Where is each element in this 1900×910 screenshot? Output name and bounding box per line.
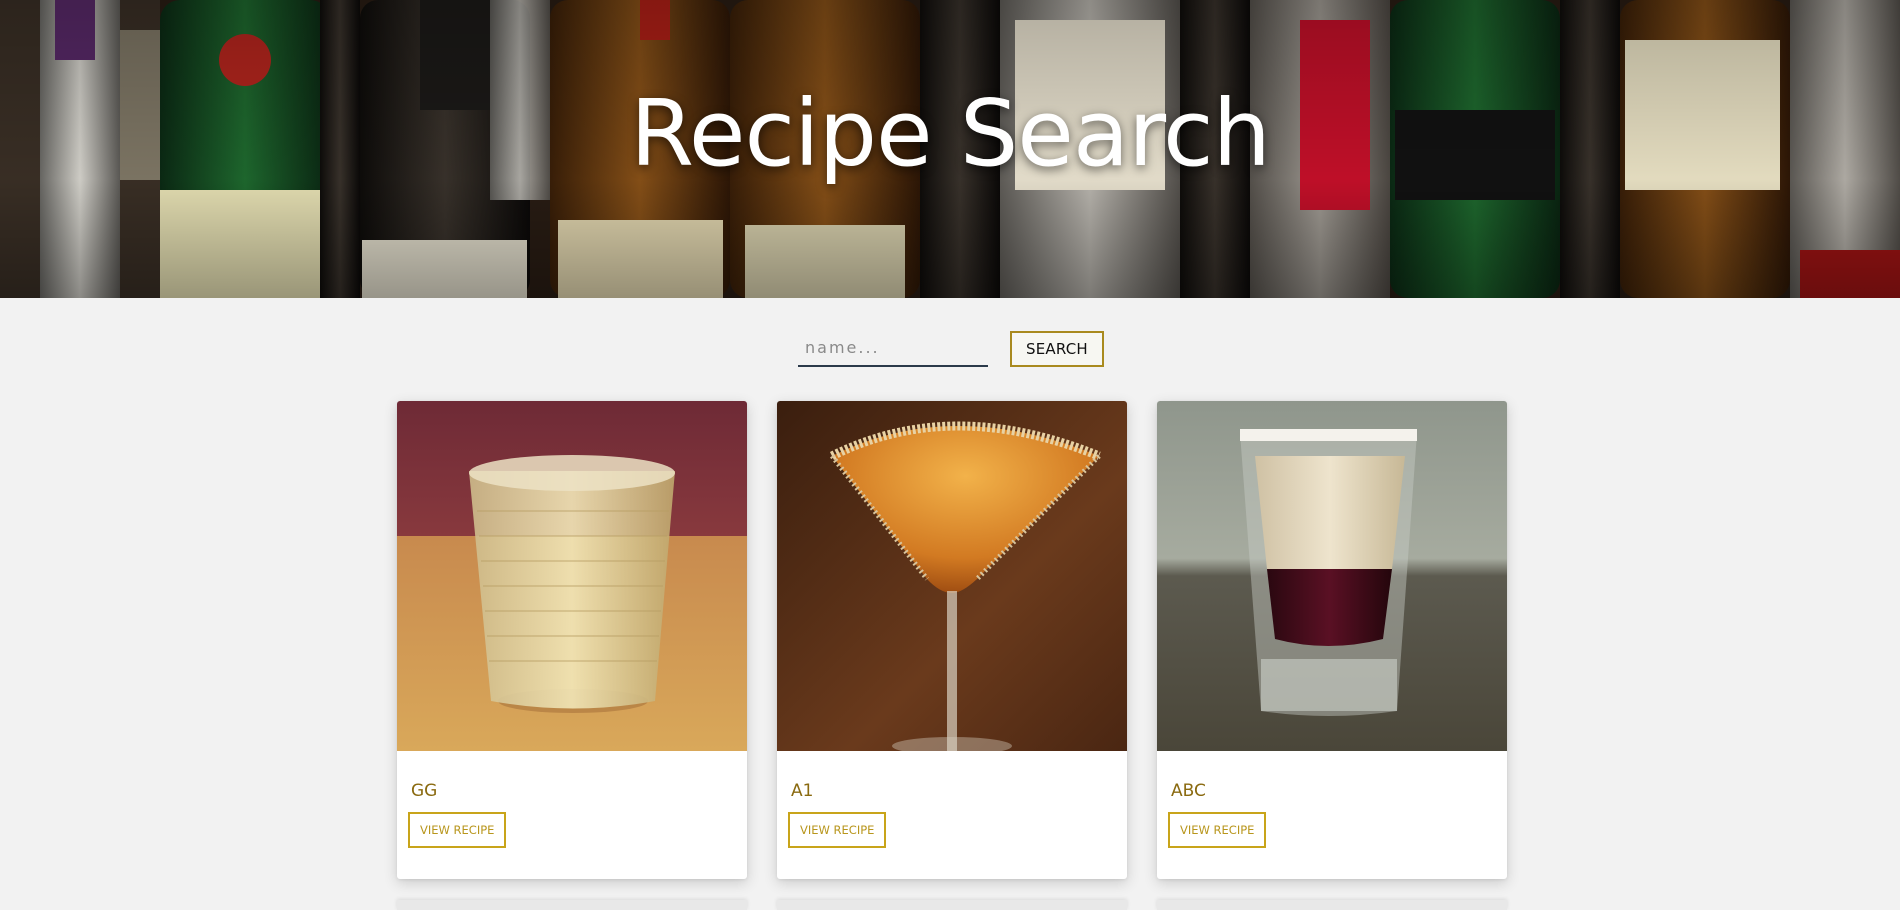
recipe-image <box>397 401 747 751</box>
recipe-card: GG VIEW RECIPE <box>397 401 747 879</box>
view-recipe-button[interactable]: VIEW RECIPE <box>408 812 507 848</box>
recipe-card: A1 VIEW RECIPE <box>777 401 1127 879</box>
next-card-peek <box>777 900 1127 910</box>
search-input[interactable] <box>798 330 988 367</box>
view-recipe-button[interactable]: VIEW RECIPE <box>788 812 887 848</box>
recipe-name: GG <box>411 781 438 801</box>
page-title: Recipe Search <box>630 80 1271 187</box>
recipe-card: ABC VIEW RECIPE <box>1157 401 1507 879</box>
search-button[interactable]: SEARCH <box>1010 330 1104 367</box>
recipe-name: ABC <box>1171 781 1206 801</box>
next-card-peek <box>397 900 747 910</box>
next-card-peek <box>1157 900 1507 910</box>
search-bar: SEARCH <box>798 330 1104 367</box>
recipe-card-grid: GG VIEW RECIPE A1 VIEW RECIPE ABC VIEW R… <box>397 401 1507 879</box>
recipe-image <box>777 401 1127 751</box>
view-recipe-button[interactable]: VIEW RECIPE <box>1168 812 1267 848</box>
recipe-name: A1 <box>791 781 814 801</box>
hero-banner: Recipe Search <box>0 0 1900 298</box>
recipe-image <box>1157 401 1507 751</box>
